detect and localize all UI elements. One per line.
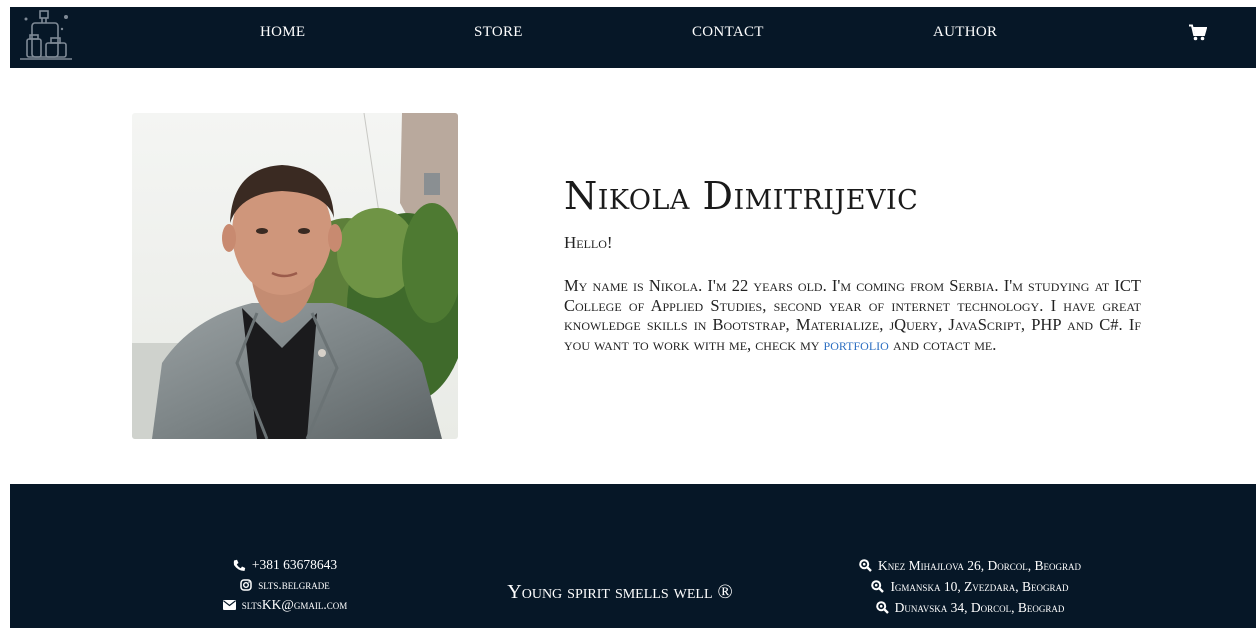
address-text: Dunavska 34, Dorcol, Beograd [894, 600, 1065, 615]
author-photo [132, 113, 458, 439]
footer-slogan: Young spirit smells well ® [507, 581, 733, 603]
greeting-text: Hello! [564, 233, 613, 252]
footer-email[interactable]: sltsKK@gmail.com [160, 595, 410, 615]
footer-phone: +381 63678643 [160, 555, 410, 575]
search-location-icon [859, 559, 872, 572]
nav-home[interactable]: HOME [260, 7, 305, 68]
bio-text-end: and cotact me. [888, 334, 997, 354]
author-name: Nikola Dimitrijevic [564, 174, 919, 218]
footer-address: Igmanska 10, Zvezdara, Beograd [820, 576, 1120, 597]
search-location-icon [875, 601, 889, 614]
footer: +381 63678643 slts.belgrade sltsKK@gmail… [10, 484, 1256, 628]
footer-contact-list: +381 63678643 slts.belgrade sltsKK@gmail… [160, 555, 410, 615]
address-text: Knez Mihajlova 26, Dorcol, Beograd [877, 558, 1082, 573]
shopping-cart-icon [1189, 24, 1208, 41]
nav-author[interactable]: AUTHOR [933, 7, 997, 68]
portfolio-link[interactable]: portfolio [824, 335, 889, 354]
address-text: Igmanska 10, Zvezdara, Beograd [890, 579, 1069, 594]
footer-instagram[interactable]: slts.belgrade [160, 575, 410, 595]
logo[interactable] [18, 9, 74, 63]
instagram-handle: slts.belgrade [258, 577, 330, 592]
navbar: HOME STORE CONTACT AUTHOR [10, 7, 1256, 68]
cart-button[interactable] [1189, 24, 1208, 41]
author-portrait-image [132, 113, 458, 439]
perfume-bottles-logo-icon [20, 10, 72, 60]
footer-address: Knez Mihajlova 26, Dorcol, Beograd [820, 555, 1120, 576]
nav-contact[interactable]: CONTACT [692, 7, 764, 68]
phone-number: +381 63678643 [251, 557, 338, 572]
nav-store[interactable]: STORE [474, 7, 523, 68]
instagram-icon [240, 579, 252, 591]
footer-address-list: Knez Mihajlova 26, Dorcol, Beograd Igman… [820, 555, 1120, 618]
envelope-icon [222, 600, 236, 610]
author-bio: My name is Nikola. I'm 22 years old. I'm… [564, 276, 1141, 354]
phone-icon [233, 559, 246, 571]
email-address: sltsKK@gmail.com [241, 597, 348, 612]
footer-address: Dunavska 34, Dorcol, Beograd [820, 597, 1120, 618]
search-location-icon [871, 580, 885, 593]
